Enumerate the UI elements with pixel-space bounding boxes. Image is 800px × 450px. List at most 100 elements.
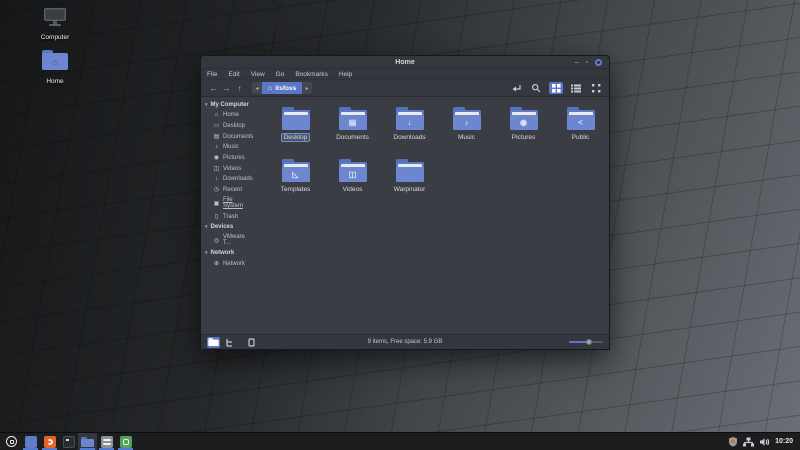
compact-view-button[interactable] [589,82,603,94]
computer-icon [44,8,66,26]
sidebar-row-icon: ▯ [213,213,220,220]
firefox-icon [44,436,56,448]
menu-item[interactable]: Help [339,71,352,78]
menu-item[interactable]: Go [276,71,285,78]
mint-menu-button[interactable] [2,433,21,450]
close-button[interactable] [595,59,602,66]
menu-item[interactable]: View [251,71,265,78]
volume-tray-icon[interactable] [759,437,770,447]
sidebar-row-label: Home [223,112,239,118]
list-view-button[interactable] [569,82,583,94]
sidebar-row[interactable]: ⌂ Home [201,110,254,120]
folder-item[interactable]: < Public [552,107,609,153]
maximize-button[interactable]: ▫ [586,59,588,66]
sidebar-row[interactable]: ♪ Music [201,142,254,152]
sidebar-row[interactable]: ▤ Documents [201,131,254,142]
folder-item[interactable]: ◉ Pictures [495,107,552,153]
folder-icon: ♪ [452,107,482,130]
folder-label: Downloads [390,133,428,142]
folder-item[interactable]: Warpinator [381,159,438,205]
sidebar-row-label: Network [211,250,235,256]
search-icon [531,83,541,93]
folder-icon-view[interactable]: Desktop ▤ Documents [254,97,609,334]
sidebar-row[interactable]: ▭ Desktop [201,120,254,131]
folder-icon: ◫ [338,159,368,182]
sidebar-row-label: My Computer [211,102,249,108]
sidebar-row[interactable]: ▣ File System [201,195,254,211]
sidebar-row[interactable]: ◎ VMware T... [201,232,254,248]
list-view-icon [571,84,581,93]
sidebar-row-label: Network [223,261,245,267]
sidebar-row-icon: ▭ [213,122,220,129]
window-list-file-manager[interactable] [78,433,97,450]
folder-emblem-icon: ♪ [465,119,469,127]
folder-icon [395,159,425,182]
path-expand-button[interactable]: ▸ [302,82,312,94]
network-tray-icon[interactable] [743,437,754,447]
menu-item[interactable]: Bookmarks [295,71,328,78]
path-scroll-left-button[interactable]: ◂ [252,82,262,94]
sidebar-row[interactable]: ◉ Pictures [201,152,254,163]
sidebar-row[interactable]: ◷ Recent [201,184,254,195]
window-titlebar[interactable]: Home – ▫ [201,56,609,69]
sidebar-row[interactable]: ◫ Videos [201,163,254,174]
folder-item[interactable]: ↓ Downloads [381,107,438,153]
settings-window-icon [101,436,113,448]
search-button[interactable] [529,82,543,94]
sidebar-row-label: Devices [211,224,234,230]
compact-view-icon [592,84,601,93]
sidebar-row[interactable]: ▯ Trash [201,211,254,222]
sidebar-row-label: File System [223,197,254,209]
files-launcher[interactable] [21,433,40,450]
menu-item[interactable]: File [207,71,217,78]
folder-item[interactable]: ♪ Music [438,107,495,153]
location-entry-icon [511,83,521,93]
folder-emblem-icon: < [578,119,583,127]
window-list-software-manager[interactable] [116,433,135,450]
folder-item[interactable]: ◫ Videos [324,159,381,205]
update-manager-tray-icon[interactable] [728,436,738,447]
firefox-launcher[interactable] [40,433,59,450]
sidebar-row-label: Trash [223,214,238,220]
sidebar-row[interactable]: ⊕ Network [201,258,254,269]
folder-emblem-icon: ▤ [349,119,357,127]
folder-label: Public [569,133,593,142]
minimize-button[interactable]: – [575,59,579,66]
back-button[interactable]: ← [207,82,220,95]
sidebar-row-icon: ↓ [213,176,220,182]
folder-item[interactable]: ◺ Templates [267,159,324,205]
zoom-slider[interactable] [569,341,603,343]
folder-label: Warpinator [391,185,429,194]
desktop-icon-label: Computer [39,34,72,41]
files-icon [25,436,37,448]
desktop-icon-home[interactable]: ⌂ Home [28,50,82,88]
sidebar-row[interactable]: ↓ Downloads [201,174,254,184]
panel-clock[interactable]: 10:20 [775,438,793,445]
window-list-settings[interactable] [97,433,116,450]
icon-view-button[interactable] [549,82,563,94]
sidebar-row-label: VMware T... [223,234,254,246]
sidebar-row-icon: ⊕ [213,260,220,267]
folder-item[interactable]: ▤ Documents [324,107,381,153]
sidebar-row-label: Desktop [223,123,245,129]
status-text: 9 items, Free space: 5.9 GB [201,339,609,345]
path-current-button[interactable]: ⌂ itsfoss [262,82,302,94]
folder-label: Music [455,133,478,142]
home-icon: ⌂ [268,85,272,92]
grid-view-icon [552,84,561,93]
sidebar-row[interactable]: ▾ Network [201,248,254,258]
folder-item[interactable]: Desktop [267,107,324,153]
forward-button[interactable]: → [220,82,233,95]
sidebar-row[interactable]: ▾ My Computer [201,100,254,110]
folder-icon: ◺ [281,159,311,182]
toolbar: ← → ↑ ◂ ⌂ itsfoss ▸ [201,80,609,97]
menu-item[interactable]: Edit [228,71,239,78]
up-button[interactable]: ↑ [233,82,246,95]
toggle-location-entry-button[interactable] [509,82,523,94]
terminal-launcher[interactable] [59,433,78,450]
sidebar-row-label: Videos [223,166,241,172]
folder-emblem-icon: ◫ [349,171,357,179]
zoom-slider-knob[interactable] [586,339,592,345]
sidebar-row[interactable]: ▾ Devices [201,222,254,232]
desktop-icon-computer[interactable]: Computer [28,8,82,44]
